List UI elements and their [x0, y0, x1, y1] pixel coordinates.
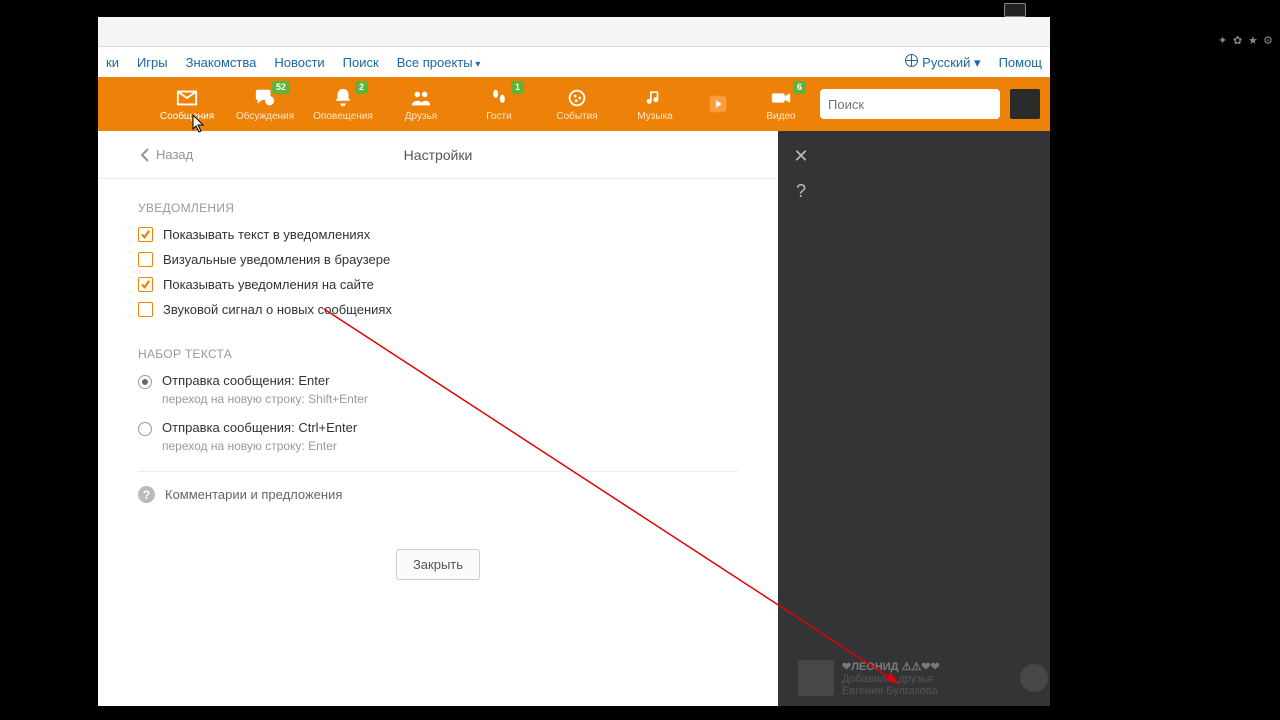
notif-action: Добавил в друзья [842, 673, 940, 685]
section-typing-title: НАБОР ТЕКСТА [138, 347, 738, 361]
nav-friends[interactable]: Друзья [382, 77, 460, 131]
video-icon [770, 87, 792, 109]
nav-search[interactable]: Поиск [343, 55, 379, 70]
checkbox-icon [138, 277, 153, 292]
checkbox-icon [138, 227, 153, 242]
badge-notifications: 2 [355, 81, 368, 94]
footsteps-icon [488, 87, 510, 109]
nav-games[interactable]: Игры [137, 55, 168, 70]
orange-nav: Сообщения 52 Обсуждения 2 Оповещения Дру… [98, 77, 1050, 131]
browser-tabstrip [98, 17, 1050, 47]
music-icon [644, 87, 666, 109]
back-button[interactable]: Назад [140, 147, 193, 162]
radio-sub: переход на новую строку: Shift+Enter [162, 392, 738, 406]
panel-close-icon[interactable]: ✕ [792, 146, 810, 167]
question-icon: ? [138, 486, 155, 503]
feedback-link[interactable]: ? Комментарии и предложения [138, 486, 738, 503]
check-show-text[interactable]: Показывать текст в уведомлениях [138, 227, 738, 242]
events-icon [566, 87, 588, 109]
search-box[interactable] [820, 89, 1000, 119]
badge-video: 6 [793, 81, 806, 94]
friend-notification[interactable]: ❤ЛЕОНИД ⚠⚠❤❤ Добавил в друзья Евгения Бу… [798, 650, 1048, 706]
bell-icon [332, 87, 354, 109]
browser-extension-icons: ✦✿★⚙ [1218, 34, 1274, 50]
nav-news[interactable]: Новости [274, 55, 324, 70]
checkbox-icon [138, 302, 153, 317]
radio-icon [138, 422, 152, 436]
radio-send-ctrl-enter[interactable]: Отправка сообщения: Ctrl+Enter [138, 420, 738, 436]
play-icon [707, 93, 729, 115]
checkbox-icon [138, 252, 153, 267]
nav-events[interactable]: События [538, 77, 616, 131]
search-input[interactable] [828, 97, 1004, 112]
friends-icon [410, 87, 432, 109]
nav-play[interactable] [694, 77, 742, 131]
globe-icon [905, 54, 918, 67]
keyboard-indicator-icon [1004, 3, 1026, 17]
section-notifications-title: УВЕДОМЛЕНИЯ [138, 201, 738, 215]
check-site-notifications[interactable]: Показывать уведомления на сайте [138, 277, 738, 292]
close-button[interactable]: Закрыть [396, 549, 480, 580]
radio-send-enter[interactable]: Отправка сообщения: Enter [138, 373, 738, 389]
radio-icon [138, 375, 152, 389]
notif-who: Евгения Булгакова [842, 685, 940, 697]
settings-panel: Назад Настройки УВЕДОМЛЕНИЯ Показывать т… [98, 131, 778, 706]
check-sound[interactable]: Звуковой сигнал о новых сообщениях [138, 302, 738, 317]
notif-avatar-2 [1020, 664, 1048, 692]
language-selector[interactable]: Русский ▾ [905, 54, 980, 71]
envelope-icon [176, 87, 198, 109]
panel-help-icon[interactable]: ? [792, 181, 810, 202]
nav-all-projects[interactable]: Все проекты [397, 55, 481, 70]
badge-guests: 1 [511, 81, 524, 94]
nav-dating[interactable]: Знакомства [186, 55, 257, 70]
nav-music[interactable]: Музыка [616, 77, 694, 131]
top-text-nav: ки Игры Знакомства Новости Поиск Все про… [98, 47, 1050, 77]
notif-avatar [798, 660, 834, 696]
nav-video[interactable]: 6 Видео [742, 77, 820, 131]
nav-notifications[interactable]: 2 Оповещения [304, 77, 382, 131]
user-avatar[interactable] [1010, 89, 1040, 119]
panel-title: Настройки [98, 147, 778, 163]
help-link[interactable]: Помощ [999, 55, 1042, 70]
nav-discussions[interactable]: 52 Обсуждения [226, 77, 304, 131]
nav-truncated: ки [106, 55, 119, 70]
nav-guests[interactable]: 1 Гости [460, 77, 538, 131]
badge-discussions: 52 [272, 81, 290, 94]
divider [138, 471, 738, 472]
radio-sub: переход на новую строку: Enter [162, 439, 738, 453]
nav-messages[interactable]: Сообщения [148, 77, 226, 131]
notif-name: ❤ЛЕОНИД ⚠⚠❤❤ [842, 660, 940, 673]
check-browser-visual[interactable]: Визуальные уведомления в браузере [138, 252, 738, 267]
